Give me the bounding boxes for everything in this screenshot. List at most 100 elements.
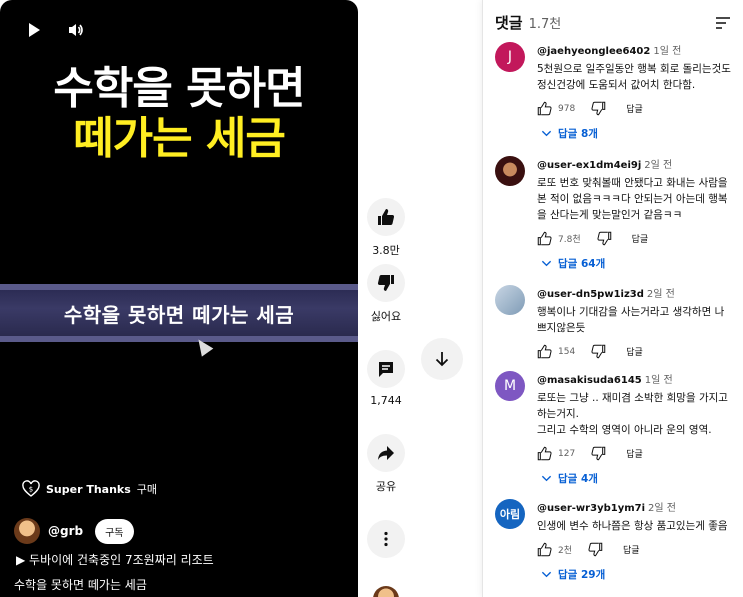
view-replies-button[interactable]: 답글 4개 bbox=[541, 471, 733, 486]
volume-icon[interactable] bbox=[68, 22, 84, 38]
overlay-title-line1: 수학을 못하면 bbox=[53, 63, 305, 114]
comments-header: 댓글 1.7천 bbox=[495, 12, 731, 33]
play-icon[interactable] bbox=[26, 22, 42, 38]
comment-avatar[interactable] bbox=[495, 285, 525, 315]
replies-label: 답글 29개 bbox=[558, 569, 606, 581]
comment-text: 5천원으로 일주일동안 행복 회로 돌리는것도 정신건강에 도움되서 값어치 한… bbox=[537, 63, 731, 91]
comments-title: 댓글 bbox=[495, 14, 523, 32]
comment-like-count: 127 bbox=[558, 448, 576, 459]
svg-text:$: $ bbox=[29, 486, 33, 494]
comment-meta: @user-dn5pw1iz3d 2일 전 bbox=[537, 285, 733, 300]
comment-avatar[interactable] bbox=[495, 156, 525, 186]
replies-label: 답글 4개 bbox=[558, 473, 598, 485]
thumbs-down-icon[interactable] bbox=[588, 542, 603, 557]
dislike-button[interactable] bbox=[367, 264, 405, 302]
comment-count: 1,744 bbox=[370, 394, 402, 407]
comment-time: 2일 전 bbox=[644, 160, 673, 171]
thumbs-up-icon[interactable] bbox=[537, 542, 552, 557]
thumbs-down-icon[interactable] bbox=[597, 231, 612, 246]
comment-actions: 978 답글 bbox=[537, 101, 733, 116]
sort-icon[interactable] bbox=[715, 16, 731, 30]
comment-avatar[interactable]: 아림 bbox=[495, 499, 525, 529]
comment-text: 로또는 그냥 .. 재미겸 소박한 희망을 가지고 하는거지. 그리고 수학의 … bbox=[537, 392, 728, 436]
comment-icon bbox=[379, 362, 393, 377]
comments-button[interactable] bbox=[367, 350, 405, 388]
dislike-action: 싫어요 bbox=[367, 264, 405, 324]
comment-action: 1,744 bbox=[367, 350, 405, 407]
comments-panel[interactable]: 댓글 1.7천 J @jaehyeonglee6402 1일 전 5천원으로 일주… bbox=[482, 0, 743, 597]
share-icon bbox=[378, 446, 394, 460]
thumbs-down-icon bbox=[377, 275, 394, 291]
super-thanks-label: Super Thanks bbox=[46, 482, 131, 496]
reply-button[interactable]: 답글 bbox=[626, 447, 643, 460]
share-label: 공유 bbox=[375, 480, 397, 493]
comment-author[interactable]: @user-dn5pw1iz3d bbox=[537, 289, 644, 300]
channel-avatar-small[interactable] bbox=[373, 586, 399, 597]
comment-actions: 7.8천 답글 bbox=[537, 231, 733, 246]
comment-avatar[interactable]: J bbox=[495, 42, 525, 72]
arrow-down-icon bbox=[435, 352, 449, 367]
thumbs-up-icon bbox=[378, 209, 395, 225]
video-title: 수학을 못하면 떼가는 세금 bbox=[14, 578, 147, 592]
comment-actions: 2천 답글 bbox=[537, 542, 733, 557]
comment-time: 1일 전 bbox=[653, 46, 682, 57]
replies-label: 답글 64개 bbox=[558, 258, 606, 270]
super-thanks-icon: $ bbox=[22, 480, 40, 497]
thumbs-down-icon[interactable] bbox=[591, 101, 606, 116]
comment-author[interactable]: @masakisuda6145 bbox=[537, 375, 642, 386]
super-thanks-button[interactable]: $ Super Thanks 구매 bbox=[22, 480, 157, 498]
comment-meta: @user-wr3yb1ym7i 2일 전 bbox=[537, 499, 733, 514]
reply-button[interactable]: 답글 bbox=[626, 102, 643, 115]
share-button[interactable] bbox=[367, 434, 405, 472]
view-replies-button[interactable]: 답글 8개 bbox=[541, 126, 733, 141]
comment-author[interactable]: @jaehyeonglee6402 bbox=[537, 46, 650, 57]
chevron-down-icon bbox=[541, 571, 552, 578]
super-thanks-suffix: 구매 bbox=[136, 483, 158, 496]
thumbs-up-icon[interactable] bbox=[537, 446, 552, 461]
chevron-down-icon bbox=[541, 475, 552, 482]
comment-time: 2일 전 bbox=[648, 503, 676, 514]
thumbs-down-icon[interactable] bbox=[591, 344, 606, 359]
more-vertical-icon bbox=[384, 531, 388, 547]
channel-avatar[interactable] bbox=[14, 518, 40, 544]
comment-text: 로또 번호 맞춰볼때 안됐다고 화내는 사람을 본 적이 없음ㅋㅋㅋ다 안되는거… bbox=[537, 177, 728, 221]
chevron-down-icon bbox=[541, 260, 552, 267]
like-button[interactable] bbox=[367, 198, 405, 236]
caption-band: 수학을 못하면 떼가는 세금 bbox=[0, 284, 358, 342]
view-replies-button[interactable]: 답글 29개 bbox=[541, 567, 733, 582]
comment-item: J @jaehyeonglee6402 1일 전 5천원으로 일주일동안 행복 회… bbox=[495, 42, 733, 141]
channel-name[interactable]: @grb bbox=[48, 524, 83, 538]
comment-like-count: 978 bbox=[558, 103, 576, 114]
like-count: 3.8만 bbox=[372, 244, 400, 257]
comment-text: 행복이나 기대감을 사는거라고 생각하면 나쁘지않은듯 bbox=[537, 306, 725, 334]
more-options-button[interactable] bbox=[367, 520, 405, 558]
view-replies-button[interactable]: 답글 64개 bbox=[541, 256, 733, 271]
thumbs-down-icon[interactable] bbox=[591, 446, 606, 461]
video-player[interactable]: 수학을 못하면 떼가는 세금 수학을 못하면 떼가는 세금 $ Super Th… bbox=[0, 0, 358, 597]
video-controls bbox=[26, 22, 84, 38]
subscribe-button[interactable]: 구독 bbox=[95, 518, 134, 544]
reply-button[interactable]: 답글 bbox=[623, 543, 640, 556]
comment-actions: 127 답글 bbox=[537, 446, 733, 461]
thumbs-up-icon[interactable] bbox=[537, 344, 552, 359]
reply-button[interactable]: 답글 bbox=[632, 232, 649, 245]
related-video-link[interactable]: ▶ 두바이에 건축중인 7조원짜리 리조트 bbox=[16, 551, 214, 568]
channel-row: @grb 구독 bbox=[14, 518, 134, 544]
comment-avatar[interactable]: M bbox=[495, 371, 525, 401]
next-video-button[interactable] bbox=[421, 338, 463, 380]
comments-count: 1.7천 bbox=[528, 17, 562, 32]
caption-band-text: 수학을 못하면 떼가는 세금 bbox=[63, 302, 295, 327]
comment-author[interactable]: @user-wr3yb1ym7i bbox=[537, 503, 645, 514]
like-action: 3.8만 bbox=[367, 198, 405, 258]
comment-meta: @masakisuda6145 1일 전 bbox=[537, 371, 733, 386]
thumbs-up-icon[interactable] bbox=[537, 231, 552, 246]
comment-item: @user-dn5pw1iz3d 2일 전 행복이나 기대감을 사는거라고 생각하… bbox=[495, 285, 733, 359]
comment-item: M @masakisuda6145 1일 전 로또는 그냥 .. 재미겸 소박한 … bbox=[495, 371, 733, 486]
thumbs-up-icon[interactable] bbox=[537, 101, 552, 116]
chevron-down-icon bbox=[541, 130, 552, 137]
more-action bbox=[367, 520, 405, 558]
comment-author[interactable]: @user-ex1dm4ei9j bbox=[537, 160, 641, 171]
reply-button[interactable]: 답글 bbox=[626, 345, 643, 358]
comment-time: 2일 전 bbox=[646, 289, 675, 300]
share-action: 공유 bbox=[367, 434, 405, 494]
